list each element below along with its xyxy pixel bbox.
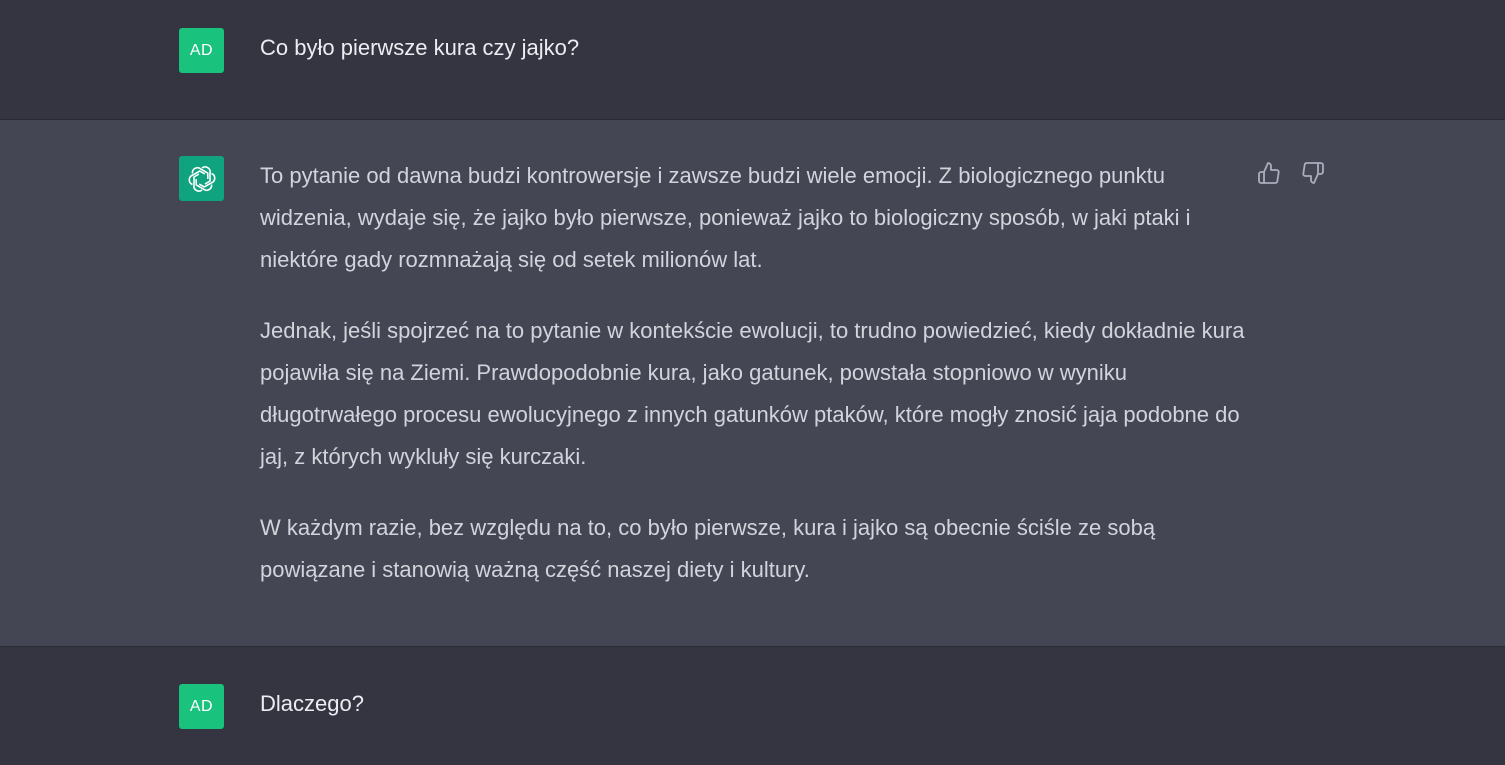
assistant-message-row: To pytanie od dawna budzi kontrowersje i… xyxy=(0,119,1505,647)
assistant-message-text: To pytanie od dawna budzi kontrowersje i… xyxy=(260,155,1245,591)
user-avatar: AD xyxy=(179,28,224,73)
user-avatar: AD xyxy=(179,684,224,729)
user-avatar-initials: AD xyxy=(189,697,214,715)
user-message-text: Dlaczego? xyxy=(260,691,364,716)
thumbs-down-button[interactable] xyxy=(1300,160,1326,186)
feedback-buttons xyxy=(1256,160,1326,186)
thumbs-up-icon xyxy=(1258,162,1280,184)
user-avatar-initials: AD xyxy=(189,41,214,59)
answer-paragraph: To pytanie od dawna budzi kontrowersje i… xyxy=(260,163,1191,272)
user-message-text: Co było pierwsze kura czy jajko? xyxy=(260,35,580,60)
assistant-avatar xyxy=(179,156,224,201)
openai-logo-icon xyxy=(188,165,215,192)
conversation-thread: AD Co było pierwsze kura czy jajko? To p… xyxy=(0,0,1505,765)
user-message-row: AD Co było pierwsze kura czy jajko? xyxy=(0,0,1505,119)
answer-paragraph: W każdym razie, bez względu na to, co by… xyxy=(260,515,1156,582)
answer-paragraph: Jednak, jeśli spojrzeć na to pytanie w k… xyxy=(260,318,1245,469)
thumbs-up-button[interactable] xyxy=(1256,160,1282,186)
user-message-row: AD Dlaczego? xyxy=(0,647,1505,765)
thumbs-down-icon xyxy=(1302,162,1324,184)
